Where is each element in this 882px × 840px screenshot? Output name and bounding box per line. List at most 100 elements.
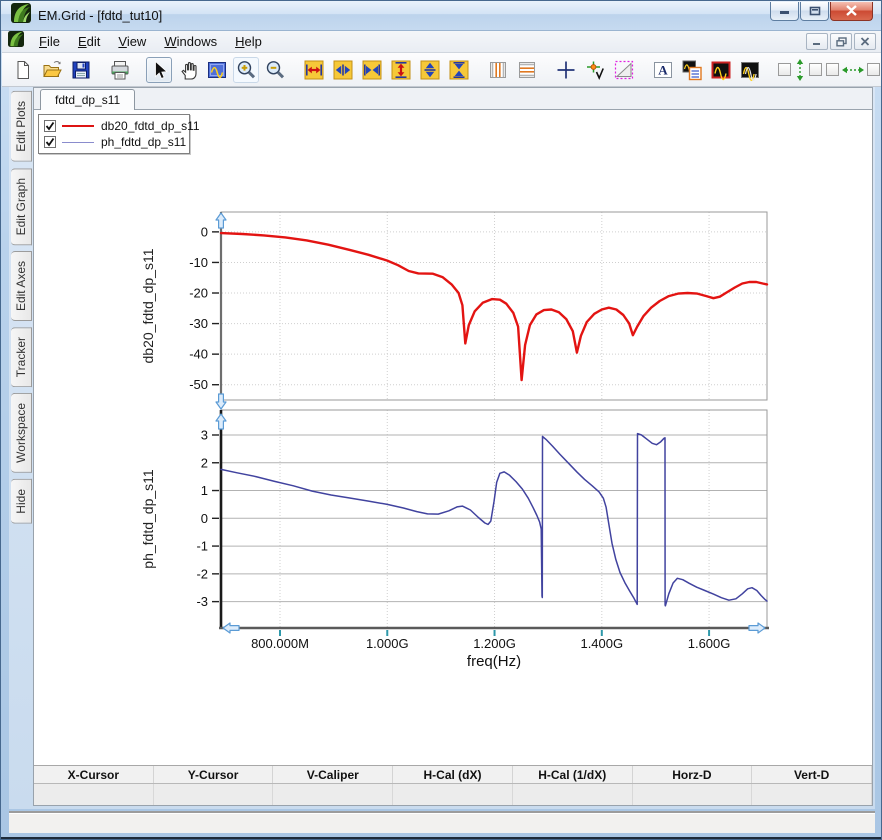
legend-checkbox[interactable]	[44, 120, 56, 132]
plot-overlay-button[interactable]	[737, 57, 763, 83]
x-in-blue-button[interactable]	[359, 57, 385, 83]
sidebar: Edit Plots Edit Graph Edit Axes Tracker Work…	[9, 91, 33, 530]
svg-text:-40: -40	[189, 347, 208, 362]
close-button[interactable]	[830, 2, 873, 21]
menu-edit[interactable]: Edit	[69, 32, 109, 51]
legend-item-db20-fdtd-dp-s11: db20_fdtd_dp_s11	[44, 118, 184, 134]
print-icon	[108, 58, 132, 82]
plot-single-button[interactable]	[708, 57, 734, 83]
tab-strip: fdtd_dp_s11	[34, 88, 872, 110]
legend-item-ph-fdtd-dp-s11: ph_fdtd_dp_s11	[44, 134, 184, 150]
legend-label: db20_fdtd_dp_s11	[101, 119, 200, 133]
sidebar-tab-edit-axes[interactable]: Edit Axes	[11, 251, 32, 321]
x-in-blue-icon	[360, 58, 384, 82]
tracker-tool-button[interactable]	[582, 57, 608, 83]
sidebar-tab-edit-graph[interactable]: Edit Graph	[11, 168, 32, 245]
svg-text:1.600G: 1.600G	[688, 636, 731, 651]
tracker-col-vert-d: Vert-D	[752, 766, 872, 783]
svg-text:-3: -3	[196, 594, 208, 609]
mdi-restore-button[interactable]	[830, 33, 852, 50]
plot-canvas[interactable]: db20_fdtd_dp_s11ph_fdtd_dp_s11 0-10-20-3…	[34, 110, 872, 765]
menu-view[interactable]: View	[109, 32, 155, 51]
client-area: Edit Plots Edit Graph Edit Axes Tracker Work…	[9, 87, 875, 809]
fit-horizontal-group-checkbox-left[interactable]	[826, 63, 839, 76]
menu-windows[interactable]: Windows	[155, 32, 226, 51]
save-file-button[interactable]	[68, 57, 94, 83]
svg-text:-30: -30	[189, 316, 208, 331]
tracker-col-y-cursor: Y-Cursor	[154, 766, 274, 783]
zoom-out-button[interactable]	[262, 57, 288, 83]
sidebar-tab-tracker[interactable]: Tracker	[11, 327, 32, 387]
tracker-col-h-cal-dx: H-Cal (dX)	[393, 766, 513, 783]
menu-file[interactable]: File	[30, 32, 69, 51]
v-gridlines-button[interactable]	[485, 57, 511, 83]
cross-tool-button[interactable]	[553, 57, 579, 83]
zoom-in-button[interactable]	[233, 57, 259, 83]
tracker-value-horz-d	[633, 784, 753, 805]
tracker-value-h-cal-dx	[393, 784, 513, 805]
caliper-tool-icon	[612, 58, 636, 82]
print-button[interactable]	[107, 57, 133, 83]
tracker-value-x-cursor	[34, 784, 154, 805]
select-tool-button[interactable]	[146, 57, 172, 83]
svg-text:-20: -20	[189, 286, 208, 301]
sidebar-tab-workspace[interactable]: Workspace	[11, 393, 32, 473]
title-bar[interactable]: EM.Grid - [fdtd_tut10]	[1, 1, 881, 31]
x-expand-red-button[interactable]	[301, 57, 327, 83]
x-out-blue-button[interactable]	[330, 57, 356, 83]
legend-line-sample	[62, 125, 94, 127]
fit-vertical-group-checkbox-right[interactable]	[809, 63, 822, 76]
tracker-bar: X-CursorY-CursorV-CaliperH-Cal (dX)H-Cal…	[34, 765, 872, 805]
mdi-minimize-button[interactable]	[806, 33, 828, 50]
fit-vertical-group[interactable]	[778, 58, 822, 82]
plot-fit-icon	[205, 58, 229, 82]
fit-horizontal-group[interactable]	[826, 63, 880, 77]
chart[interactable]: 0-10-20-30-40-50db20_fdtd_dp_s113210-1-2…	[137, 190, 797, 670]
tab-fdtd-dp-s11[interactable]: fdtd_dp_s11	[40, 89, 135, 110]
maximize-button[interactable]	[800, 2, 829, 21]
select-tool-icon	[147, 58, 171, 82]
tracker-col-x-cursor: X-Cursor	[34, 766, 154, 783]
legend-label: ph_fdtd_dp_s11	[101, 135, 186, 149]
caliper-tool-button[interactable]	[611, 57, 637, 83]
x-out-blue-icon	[331, 58, 355, 82]
svg-text:-50: -50	[189, 377, 208, 392]
h-gridlines-button[interactable]	[514, 57, 540, 83]
plot-fit-button[interactable]	[204, 57, 230, 83]
svg-text:-2: -2	[196, 566, 208, 581]
sidebar-tab-edit-plots[interactable]: Edit Plots	[11, 91, 32, 162]
cross-tool-icon	[554, 58, 578, 82]
tracker-col-h-cal-1-dx: H-Cal (1/dX)	[513, 766, 633, 783]
y-expand-red-icon	[389, 58, 413, 82]
menu-help[interactable]: Help	[226, 32, 271, 51]
svg-text:freq(Hz): freq(Hz)	[467, 653, 521, 670]
svg-text:-10: -10	[189, 255, 208, 270]
window-bottom-edge	[1, 837, 881, 839]
new-file-icon	[11, 58, 35, 82]
fit-horizontal-group-checkbox-right[interactable]	[867, 63, 880, 76]
sidebar-tab-hide[interactable]: Hide	[11, 479, 32, 524]
svg-text:ph_fdtd_dp_s11: ph_fdtd_dp_s11	[140, 469, 156, 569]
y-in-blue-button[interactable]	[446, 57, 472, 83]
tracker-value-y-cursor	[154, 784, 274, 805]
y-expand-red-button[interactable]	[388, 57, 414, 83]
new-file-button[interactable]	[10, 57, 36, 83]
svg-text:1: 1	[201, 483, 208, 498]
fit-vertical-group-arrow-icon	[793, 58, 807, 82]
svg-text:A: A	[658, 62, 668, 77]
plot-report-button[interactable]	[679, 57, 705, 83]
mdi-close-button[interactable]	[854, 33, 876, 50]
menu-bar: FileEditViewWindowsHelp	[2, 31, 882, 53]
y-out-blue-button[interactable]	[417, 57, 443, 83]
svg-text:-1: -1	[196, 539, 208, 554]
h-gridlines-icon	[515, 58, 539, 82]
svg-text:1.200G: 1.200G	[473, 636, 516, 651]
plot-report-icon	[680, 58, 704, 82]
open-file-button[interactable]	[39, 57, 65, 83]
legend-checkbox[interactable]	[44, 136, 56, 148]
minimize-button[interactable]	[770, 2, 799, 21]
tracker-value-h-cal-1-dx	[513, 784, 633, 805]
text-tool-button[interactable]: A	[650, 57, 676, 83]
fit-vertical-group-checkbox-left[interactable]	[778, 63, 791, 76]
pan-tool-button[interactable]	[175, 57, 201, 83]
